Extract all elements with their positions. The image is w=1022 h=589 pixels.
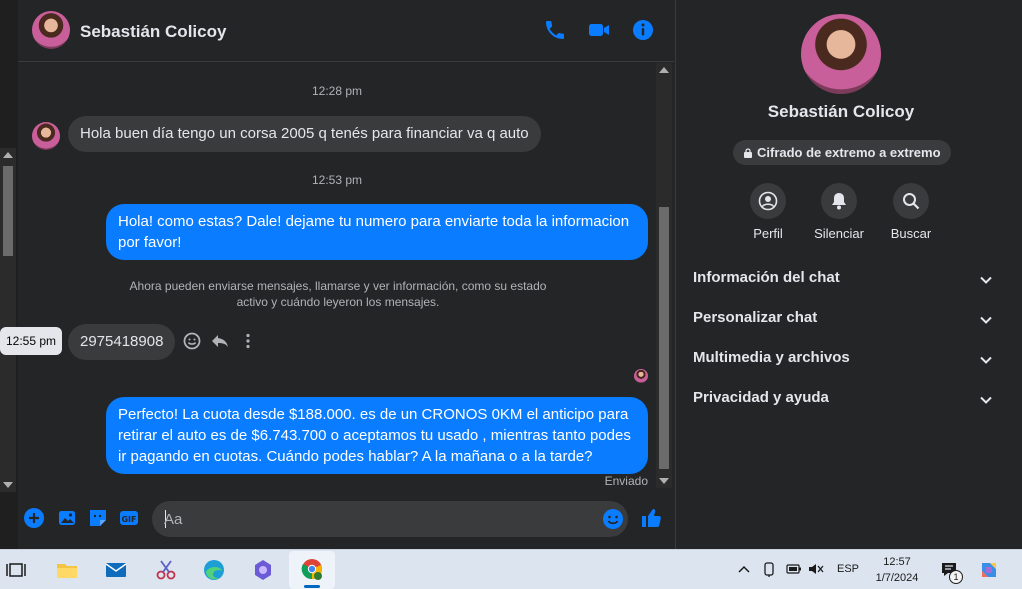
svg-text:GIF: GIF xyxy=(121,515,136,524)
timestamp-separator: 12:28 pm xyxy=(311,84,363,98)
section-chat-info[interactable]: Información del chat xyxy=(693,269,993,293)
chat-details-sidebar: Sebastián Colicoy Cifrado de extremo a e… xyxy=(675,0,1022,549)
file-explorer-icon[interactable] xyxy=(55,558,79,582)
emoji-icon[interactable] xyxy=(602,508,624,530)
profile-circle xyxy=(750,183,786,219)
mute-label: Silenciar xyxy=(814,226,864,241)
location-icon[interactable] xyxy=(762,562,776,578)
lock-icon xyxy=(744,148,752,158)
section-privacy-help[interactable]: Privacidad y ayuda xyxy=(693,389,993,413)
system-notice-line: Ahora pueden enviarse mensajes, llamarse… xyxy=(129,279,547,293)
chevron-up-icon[interactable] xyxy=(738,564,750,574)
contact-profile-picture[interactable] xyxy=(801,14,881,94)
chevron-down-icon xyxy=(980,316,992,324)
chat-scrollbar[interactable] xyxy=(656,63,672,488)
scroll-thumb[interactable] xyxy=(3,166,13,256)
section-label: Personalizar chat xyxy=(693,309,818,326)
message-line: ir pagando en cuotas. Cuándo podes habla… xyxy=(118,448,593,465)
add-icon[interactable] xyxy=(23,507,45,529)
seen-indicator-avatar xyxy=(634,369,648,383)
search-button[interactable]: Buscar xyxy=(879,183,943,241)
battery-icon[interactable] xyxy=(786,564,802,574)
profile-icon xyxy=(758,191,778,211)
info-icon[interactable] xyxy=(631,18,655,42)
sender-avatar[interactable] xyxy=(32,122,60,150)
chrome-taskbar-button[interactable] xyxy=(289,551,335,589)
timestamp-separator: 12:53 pm xyxy=(311,173,363,187)
clock-date: 1/7/2024 xyxy=(875,572,919,584)
incoming-message[interactable]: Hola buen día tengo un corsa 2005 q tené… xyxy=(68,116,541,152)
outgoing-message[interactable]: Hola! como estas? Dale! dejame tu numero… xyxy=(106,204,648,260)
video-call-icon[interactable] xyxy=(587,18,611,42)
outgoing-message[interactable]: Perfecto! La cuota desde $188.000. es de… xyxy=(106,397,648,474)
search-circle xyxy=(893,183,929,219)
react-emoji-icon[interactable] xyxy=(182,331,202,351)
task-view-icon[interactable] xyxy=(4,558,28,582)
message-input-wrapper[interactable] xyxy=(152,501,628,537)
scroll-up-arrow[interactable] xyxy=(3,152,13,158)
message-line: Perfecto! La cuota desde $188.000. es de… xyxy=(118,406,629,423)
input-language[interactable]: ESP xyxy=(837,563,859,575)
section-media-files[interactable]: Multimedia y archivos xyxy=(693,349,993,373)
system-notice: Ahora pueden enviarse mensajes, llamarse… xyxy=(118,278,558,310)
system-clock[interactable]: 12:57 1/7/2024 xyxy=(866,554,928,586)
more-options-icon[interactable] xyxy=(238,331,258,351)
chat-scroll-up-arrow[interactable] xyxy=(659,67,669,73)
notification-badge: 1 xyxy=(949,570,963,584)
encryption-badge[interactable]: Cifrado de extremo a extremo xyxy=(733,140,951,165)
chevron-down-icon xyxy=(980,396,992,404)
mute-circle xyxy=(821,183,857,219)
contact-avatar[interactable] xyxy=(32,11,70,49)
message-composer: GIF xyxy=(18,497,674,543)
chrome-icon xyxy=(301,559,322,580)
message-line: retirar el auto es de $6.743.700 o acept… xyxy=(118,427,631,444)
messenger-window: Sebastián Colicoy 12:28 pm Hola buen día… xyxy=(0,0,1022,549)
section-label: Privacidad y ayuda xyxy=(693,389,829,406)
like-icon[interactable] xyxy=(640,507,662,529)
chevron-down-icon xyxy=(980,276,992,284)
left-scrollbar[interactable] xyxy=(0,148,16,492)
timestamp-tooltip: 12:55 pm xyxy=(0,327,63,355)
edge-browser-icon[interactable] xyxy=(202,558,226,582)
search-icon xyxy=(903,193,920,210)
windows-taskbar: ESP 12:57 1/7/2024 1 xyxy=(0,549,1022,589)
chat-panel: Sebastián Colicoy 12:28 pm Hola buen día… xyxy=(0,0,674,549)
gif-icon[interactable]: GIF xyxy=(118,507,140,529)
chevron-down-icon xyxy=(980,356,992,364)
bell-icon xyxy=(832,193,846,210)
chat-scroll-down-arrow[interactable] xyxy=(659,478,669,484)
contact-profile-name: Sebastián Colicoy xyxy=(767,102,915,121)
encryption-label: Cifrado de extremo a extremo xyxy=(757,145,941,160)
section-label: Multimedia y archivos xyxy=(693,349,850,366)
section-label: Información del chat xyxy=(693,269,840,286)
active-app-indicator xyxy=(304,585,320,588)
phone-icon[interactable] xyxy=(543,18,567,42)
profile-label: Perfil xyxy=(753,226,783,241)
speaker-muted-icon[interactable] xyxy=(808,562,824,576)
chat-header: Sebastián Colicoy xyxy=(18,0,674,62)
reply-icon[interactable] xyxy=(210,331,230,351)
section-customize-chat[interactable]: Personalizar chat xyxy=(693,309,993,333)
clock-time: 12:57 xyxy=(883,556,911,568)
mute-button[interactable]: Silenciar xyxy=(807,183,871,241)
message-line: Hola! como estas? Dale! dejame tu numero… xyxy=(118,213,630,230)
message-input[interactable] xyxy=(164,501,584,537)
incoming-message[interactable]: 2975418908 xyxy=(68,324,176,360)
copilot-app-icon[interactable] xyxy=(251,558,275,582)
chat-scroll-thumb[interactable] xyxy=(659,207,669,469)
search-label: Buscar xyxy=(890,226,932,241)
copilot-icon[interactable] xyxy=(978,559,1000,581)
snipping-tool-icon[interactable] xyxy=(154,558,178,582)
scroll-down-arrow[interactable] xyxy=(3,482,13,488)
delivery-status: Enviado xyxy=(604,474,648,488)
photo-icon[interactable] xyxy=(56,507,78,529)
mail-icon[interactable] xyxy=(104,558,128,582)
contact-name[interactable]: Sebastián Colicoy xyxy=(80,22,226,42)
message-line: por favor! xyxy=(118,234,182,251)
profile-button[interactable]: Perfil xyxy=(736,183,800,241)
sticker-icon[interactable] xyxy=(87,507,109,529)
system-notice-line: activo y cuándo leyeron los mensajes. xyxy=(236,295,440,309)
